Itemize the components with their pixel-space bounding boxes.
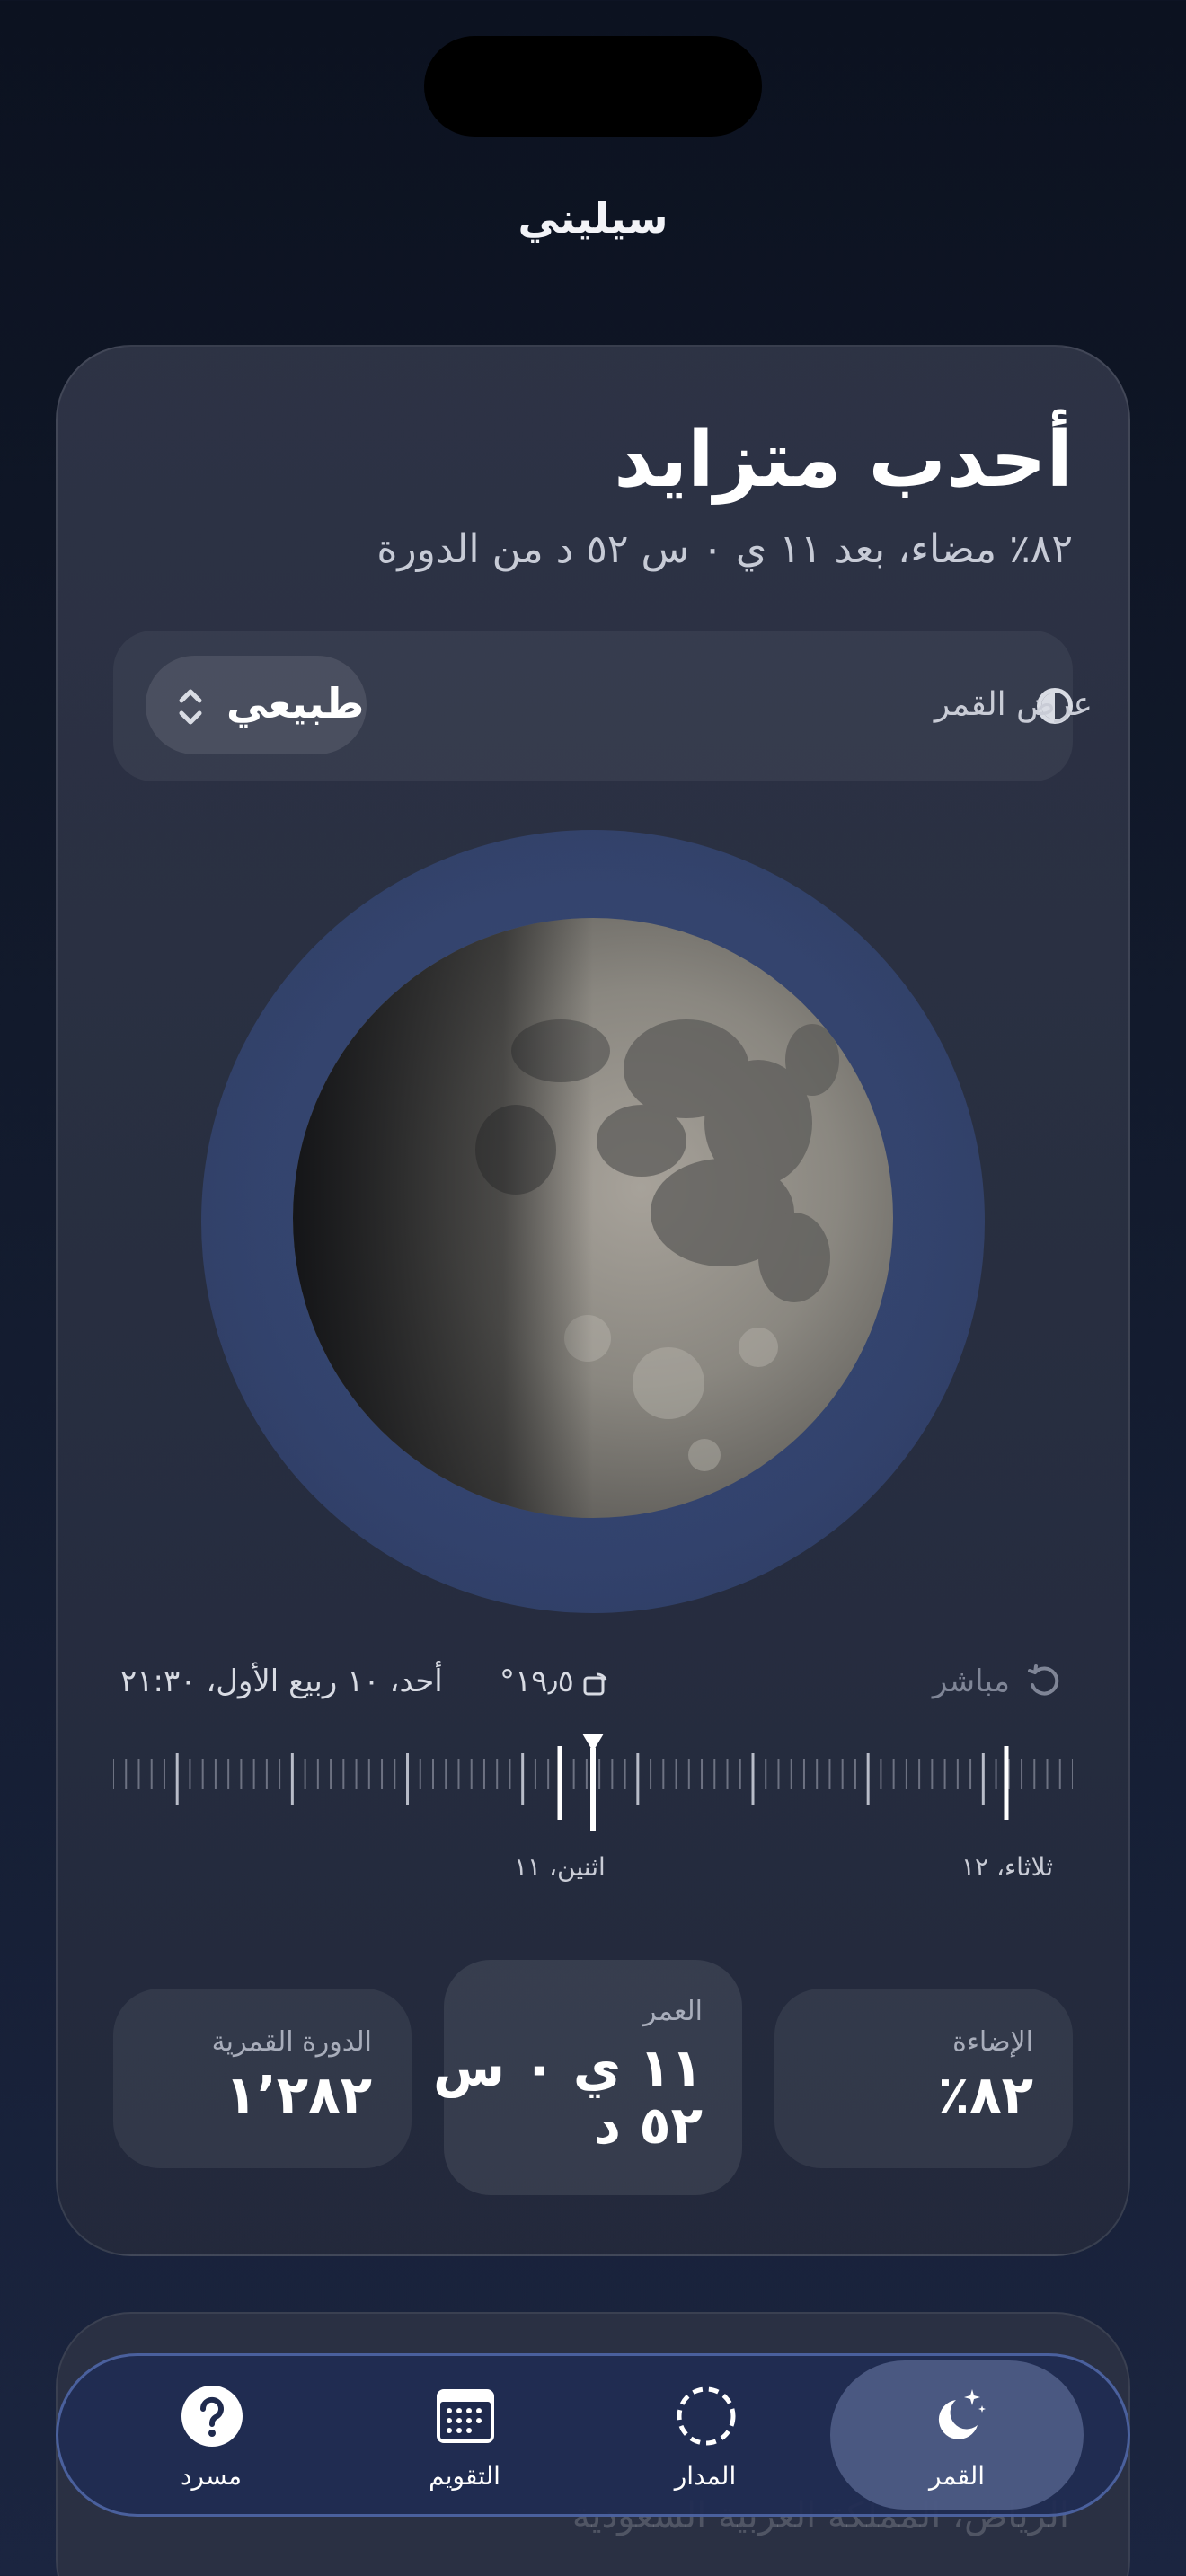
app-title: سيليني — [518, 194, 668, 243]
moon-image — [293, 918, 893, 1518]
lunation-value: ١٬٢٨٢ — [225, 2064, 372, 2125]
live-button[interactable]: مباشر — [933, 1663, 1010, 1699]
illumination-value: ٨٢٪ — [937, 2064, 1033, 2125]
calendar-icon — [437, 2389, 494, 2443]
view-mode-label: عرض القمر — [934, 686, 1093, 723]
current-time-pointer[interactable] — [582, 1734, 604, 1751]
phase-name: أحدب متزايد — [614, 415, 1073, 505]
illumination-label: الإضاءة — [952, 2026, 1033, 2058]
age-value-line2: ٥٢ د — [594, 2095, 703, 2156]
tab-orbit[interactable]: المدار — [579, 2360, 832, 2510]
tab-label: المدار — [674, 2461, 737, 2491]
time-scrubber[interactable] — [113, 1734, 1073, 1841]
tab-glossary[interactable]: مسرد — [84, 2360, 338, 2510]
age-value: ١١ ي ٠ س ٥٢ د — [433, 2039, 703, 2154]
view-mode-value[interactable]: طبيعي — [226, 679, 364, 728]
live-reset-icon[interactable] — [1024, 1662, 1064, 1701]
tab-label: مسرد — [181, 2461, 242, 2491]
tab-label: التقويم — [429, 2461, 500, 2491]
lunation-label: الدورة القمرية — [211, 2026, 372, 2058]
selected-datetime: أحد، ١٠ ربيع الأول، ٢١:٣٠ — [120, 1663, 443, 1699]
question-mark-icon — [181, 2386, 243, 2447]
tab-label: القمر — [928, 2461, 986, 2491]
day-label: ثلاثاء، ١٢ — [960, 1852, 1053, 1882]
tab-moon[interactable]: القمر — [830, 2360, 1084, 2510]
age-value-line1: ١١ ي ٠ س — [433, 2037, 703, 2098]
day-label: اثنين، ١١ — [514, 1852, 606, 1882]
tab-calendar[interactable]: التقويم — [338, 2360, 591, 2510]
moon-stars-icon — [938, 2389, 986, 2439]
chevron-up-down-icon — [179, 689, 202, 725]
phase-subtitle: ٨٢٪ مضاء، بعد ١١ ي ٠ س ٥٢ د من الدورة — [376, 526, 1073, 572]
dynamic-island — [424, 36, 762, 137]
moon-tilt-value: ١٩٫٥° — [500, 1663, 574, 1699]
age-label: العمر — [643, 1996, 703, 2027]
orbit-dashed-circle-icon — [677, 2386, 736, 2446]
tilt-icon — [583, 1672, 607, 1696]
